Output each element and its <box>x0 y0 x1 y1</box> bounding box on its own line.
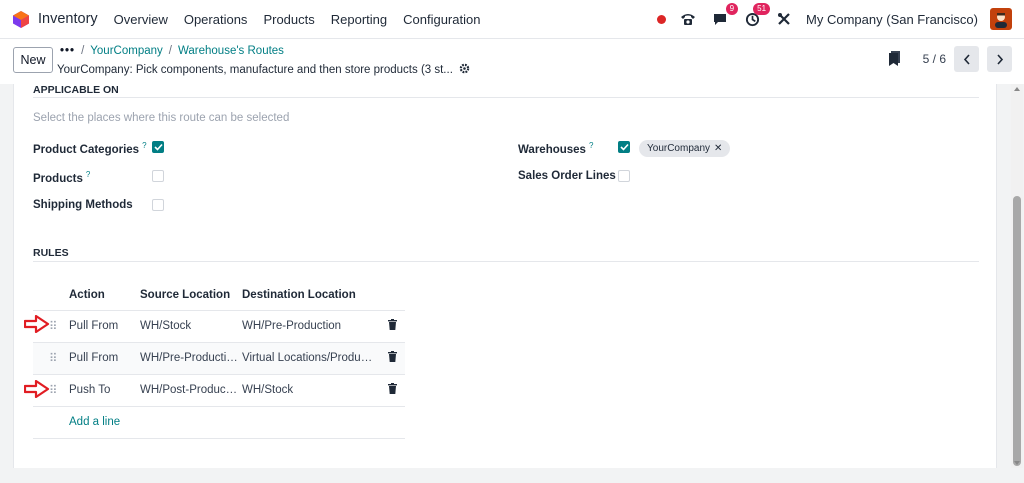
shipping-methods-checkbox[interactable] <box>152 199 164 211</box>
inventory-app-icon[interactable] <box>12 10 30 28</box>
add-line-row: Add a line <box>33 406 405 439</box>
scroll-up-icon[interactable] <box>1014 87 1020 91</box>
rule-action[interactable]: Push To <box>66 374 137 407</box>
breadcrumb-yourcompany[interactable]: YourCompany <box>90 45 162 57</box>
pager: 5 / 6 <box>888 46 1012 72</box>
menu-operations[interactable]: Operations <box>184 12 248 27</box>
trash-icon[interactable] <box>377 374 405 407</box>
company-switcher[interactable]: My Company (San Francisco) <box>806 12 978 27</box>
pager-previous-button[interactable] <box>954 46 979 72</box>
table-header-row: Action Source Location Destination Locat… <box>33 280 405 311</box>
clock-activity-icon[interactable]: 51 <box>742 3 771 29</box>
user-avatar[interactable] <box>990 8 1012 30</box>
section-divider <box>33 97 979 98</box>
rules-table: Action Source Location Destination Locat… <box>33 280 405 439</box>
rule-source[interactable]: WH/Stock <box>137 310 239 343</box>
applicable-on-hint: Select the places where this route can b… <box>33 112 290 124</box>
annotation-arrow-icon <box>24 380 50 398</box>
form-sheet: APPLICABLE ON Select the places where th… <box>13 84 997 468</box>
warehouse-tag: YourCompany ✕ <box>639 140 731 157</box>
rules-heading: RULES <box>33 247 69 259</box>
breadcrumb-more-button[interactable]: ••• <box>60 45 75 57</box>
product-categories-label: Product Categories? <box>33 141 147 156</box>
trash-icon[interactable] <box>377 342 405 375</box>
rule-source[interactable]: WH/Pre-Production <box>137 342 239 375</box>
scrollbar-thumb[interactable] <box>1013 196 1021 466</box>
chat-icon[interactable]: 9 <box>710 3 739 29</box>
scroll-down-icon[interactable] <box>1014 461 1020 465</box>
rule-destination[interactable]: Virtual Locations/Production <box>239 342 377 375</box>
section-divider <box>33 261 979 262</box>
recording-indicator[interactable] <box>657 14 667 24</box>
checkmark-icon <box>619 143 629 151</box>
pager-value[interactable]: 5 / 6 <box>923 52 946 66</box>
trash-icon[interactable] <box>377 310 405 343</box>
help-tooltip-icon[interactable]: ? <box>142 141 146 150</box>
breadcrumb-warehouse-routes[interactable]: Warehouse's Routes <box>178 45 284 57</box>
breadcrumb-separator: / <box>168 45 172 57</box>
control-panel: New ••• / YourCompany / Warehouse's Rout… <box>0 38 1024 84</box>
help-tooltip-icon[interactable]: ? <box>589 141 593 150</box>
vertical-scrollbar[interactable] <box>1011 84 1023 468</box>
rule-source[interactable]: WH/Post-Production <box>137 374 239 407</box>
menu-configuration[interactable]: Configuration <box>403 12 480 27</box>
warehouses-checkbox[interactable] <box>618 141 630 153</box>
new-button[interactable]: New <box>13 47 53 73</box>
pager-next-button[interactable] <box>987 46 1012 72</box>
handle-column-header <box>33 280 66 311</box>
column-header-action[interactable]: Action <box>66 280 137 311</box>
record-title: YourCompany: Pick components, manufactur… <box>57 64 453 76</box>
bookmark-icon[interactable] <box>888 51 903 67</box>
warehouses-label: Warehouses? <box>518 141 594 156</box>
table-row[interactable]: ⠿ Pull From WH/Pre-Production Virtual Lo… <box>33 342 405 375</box>
menu-products[interactable]: Products <box>263 12 314 27</box>
tools-icon[interactable] <box>774 9 794 29</box>
table-row[interactable]: ⠿ Push To WH/Post-Production WH/Stock <box>33 374 405 407</box>
chat-badge: 9 <box>725 3 739 15</box>
menu-overview[interactable]: Overview <box>114 12 168 27</box>
drag-handle-icon[interactable]: ⠿ <box>33 342 66 375</box>
delete-column-header <box>377 280 405 311</box>
rule-destination[interactable]: WH/Pre-Production <box>239 310 377 343</box>
help-tooltip-icon[interactable]: ? <box>86 170 90 179</box>
applicable-on-heading: APPLICABLE ON <box>33 84 119 96</box>
table-row[interactable]: ⠿ Pull From WH/Stock WH/Pre-Production <box>33 310 405 343</box>
sales-order-lines-checkbox[interactable] <box>618 170 630 182</box>
gear-icon[interactable] <box>459 63 470 77</box>
annotation-arrow-icon <box>24 315 50 333</box>
top-navbar: Inventory Overview Operations Products R… <box>0 0 1024 38</box>
breadcrumb-separator: / <box>81 45 85 57</box>
tag-remove-icon[interactable]: ✕ <box>714 143 722 154</box>
shipping-methods-label: Shipping Methods <box>33 199 133 211</box>
activity-badge: 51 <box>753 3 771 15</box>
record-title-row: YourCompany: Pick components, manufactur… <box>57 63 470 77</box>
column-header-destination-location[interactable]: Destination Location <box>239 280 377 311</box>
column-header-source-location[interactable]: Source Location <box>137 280 239 311</box>
menu-reporting[interactable]: Reporting <box>331 12 387 27</box>
chevron-right-icon <box>996 53 1003 65</box>
add-line-spacer <box>33 406 66 439</box>
rule-action[interactable]: Pull From <box>66 310 137 343</box>
checkmark-icon <box>153 143 163 151</box>
breadcrumb: ••• / YourCompany / Warehouse's Routes <box>60 45 284 57</box>
chevron-left-icon <box>963 53 970 65</box>
product-categories-checkbox[interactable] <box>152 141 164 153</box>
sales-order-lines-label: Sales Order Lines <box>518 170 616 182</box>
rule-destination[interactable]: WH/Stock <box>239 374 377 407</box>
products-checkbox[interactable] <box>152 170 164 182</box>
phone-icon[interactable] <box>678 9 698 29</box>
app-name[interactable]: Inventory <box>38 11 98 27</box>
warehouse-tag-label: YourCompany <box>647 143 711 154</box>
products-label: Products? <box>33 170 91 185</box>
rule-action[interactable]: Pull From <box>66 342 137 375</box>
add-line-link[interactable]: Add a line <box>69 416 120 428</box>
